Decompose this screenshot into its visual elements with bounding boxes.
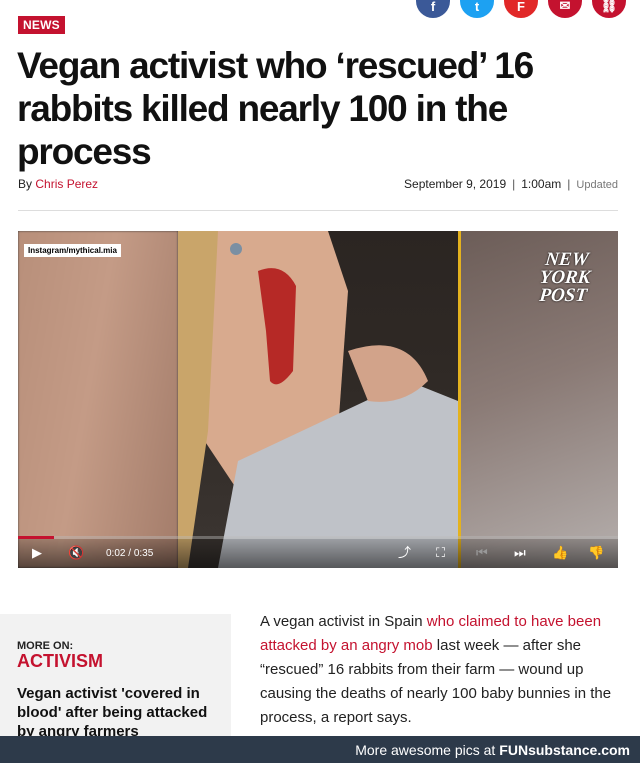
fullscreen-icon[interactable]: ⛶ [436, 546, 445, 560]
publish-date: September 9, 2019 [404, 177, 507, 191]
dateline: September 9, 2019 | 1:00am | Updated [404, 177, 618, 191]
byline: By Chris Perez [18, 177, 98, 191]
video-still [178, 231, 458, 568]
publish-time: 1:00am [521, 177, 562, 191]
footer-brand[interactable]: FUNsubstance.com [499, 742, 630, 758]
updated-label[interactable]: Updated [576, 179, 618, 191]
share-bar: f t F ✉ ⛓ [416, 0, 626, 18]
time-display: 0:02 / 0:35 [106, 548, 154, 559]
link-icon[interactable]: ⛓ [592, 0, 626, 18]
video-player[interactable]: Instagram/mythical.mia NEW YORK POST ▶ 🔇… [18, 231, 618, 568]
section-tag[interactable]: NEWS [18, 16, 65, 34]
nypost-logo: NEW YORK POST [538, 249, 592, 306]
topic-link[interactable]: ACTIVISM [17, 651, 103, 672]
video-frame-center [178, 231, 458, 568]
article-paragraph: A vegan activist in Spain who claimed to… [260, 613, 612, 726]
thumbs-down-icon[interactable]: 👎 [588, 546, 604, 560]
footer-banner: More awesome pics at FUNsubstance.com [0, 736, 640, 763]
email-icon[interactable]: ✉ [548, 0, 582, 18]
video-frame-left [18, 231, 178, 568]
mute-icon[interactable]: 🔇 [68, 546, 84, 560]
footer-text: More awesome pics at [355, 741, 496, 758]
facebook-icon[interactable]: f [416, 0, 450, 18]
thumbs-up-icon[interactable]: 👍 [552, 546, 568, 560]
related-article-link[interactable]: Vegan activist 'covered in blood' after … [17, 684, 217, 741]
byline-prefix: By [18, 177, 33, 191]
video-controls: ▶ 🔇 0:02 / 0:35 ⤴ ⛶ ⏮ ⏭ 👍 👎 [18, 536, 618, 568]
author-link[interactable]: Chris Perez [35, 177, 98, 191]
share-icon[interactable]: ⤴ [398, 546, 411, 560]
next-icon[interactable]: ⏭ [514, 546, 526, 560]
frame-divider [458, 231, 461, 568]
progress-fill [18, 536, 54, 539]
previous-icon[interactable]: ⏮ [476, 546, 488, 560]
progress-bar[interactable] [18, 536, 618, 539]
instagram-watermark: Instagram/mythical.mia [24, 244, 121, 257]
flipboard-icon[interactable]: F [504, 0, 538, 18]
divider [18, 210, 618, 211]
twitter-icon[interactable]: t [460, 0, 494, 18]
article-headline: Vegan activist who ‘rescued’ 16 rabbits … [17, 45, 534, 172]
play-icon[interactable]: ▶ [32, 546, 42, 560]
